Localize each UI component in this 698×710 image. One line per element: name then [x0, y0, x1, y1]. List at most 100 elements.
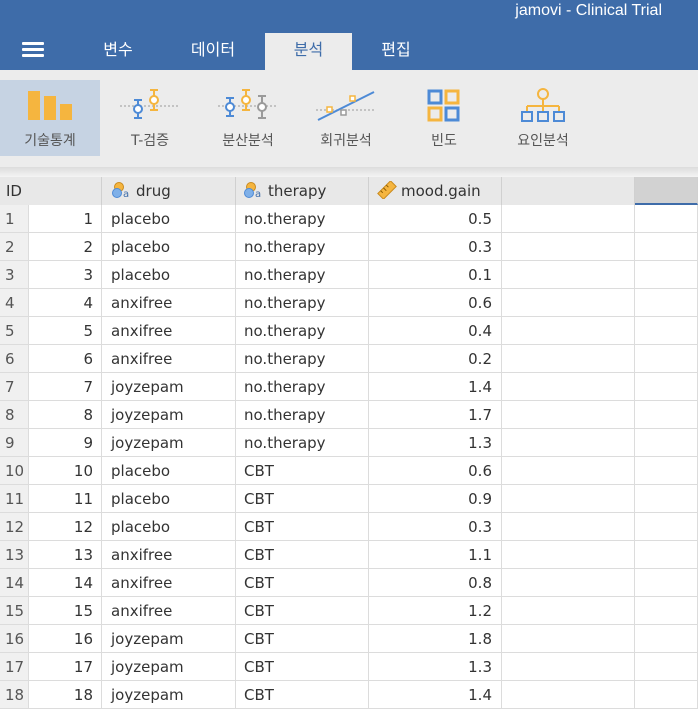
descriptives-button[interactable]: 기술통계	[0, 80, 100, 156]
cell-empty[interactable]	[635, 205, 698, 233]
cell-drug[interactable]: placebo	[102, 233, 236, 261]
cell-empty[interactable]	[502, 653, 635, 681]
cell-mood-gain[interactable]: 0.9	[369, 485, 502, 513]
cell-id[interactable]: 6	[29, 345, 102, 373]
cell-therapy[interactable]: no.therapy	[236, 373, 369, 401]
column-header-mood-gain[interactable]: mood.gain	[369, 177, 502, 205]
cell-id[interactable]: 13	[29, 541, 102, 569]
cell-therapy[interactable]: CBT	[236, 569, 369, 597]
cell-drug[interactable]: anxifree	[102, 541, 236, 569]
cell-id[interactable]: 1	[29, 205, 102, 233]
cell-mood-gain[interactable]: 0.6	[369, 289, 502, 317]
cell-empty[interactable]	[635, 653, 698, 681]
cell-empty[interactable]	[635, 457, 698, 485]
cell-empty[interactable]	[635, 289, 698, 317]
cell-therapy[interactable]: CBT	[236, 513, 369, 541]
cell-drug[interactable]: placebo	[102, 457, 236, 485]
cell-therapy[interactable]: CBT	[236, 681, 369, 709]
cell-empty[interactable]	[635, 485, 698, 513]
cell-empty[interactable]	[635, 345, 698, 373]
cell-empty[interactable]	[502, 681, 635, 709]
cell-empty[interactable]	[502, 261, 635, 289]
cell-mood-gain[interactable]: 1.1	[369, 541, 502, 569]
cell-drug[interactable]: placebo	[102, 205, 236, 233]
cell-mood-gain[interactable]: 1.3	[369, 653, 502, 681]
cell-empty[interactable]	[502, 289, 635, 317]
cell-therapy[interactable]: CBT	[236, 597, 369, 625]
cell-drug[interactable]: joyzepam	[102, 653, 236, 681]
cell-drug[interactable]: anxifree	[102, 289, 236, 317]
tab-edit[interactable]: 편집	[356, 33, 436, 70]
cell-mood-gain[interactable]: 1.3	[369, 429, 502, 457]
cell-mood-gain[interactable]: 0.4	[369, 317, 502, 345]
regression-button[interactable]: 회귀분석	[304, 80, 388, 156]
cell-id[interactable]: 15	[29, 597, 102, 625]
column-header-drug[interactable]: a drug	[102, 177, 236, 205]
hamburger-menu-icon[interactable]	[22, 42, 44, 58]
cell-empty[interactable]	[635, 317, 698, 345]
cell-id[interactable]: 11	[29, 485, 102, 513]
frequencies-button[interactable]: 빈도	[404, 80, 484, 156]
cell-id[interactable]: 17	[29, 653, 102, 681]
cell-empty[interactable]	[502, 373, 635, 401]
cell-id[interactable]: 18	[29, 681, 102, 709]
cell-empty[interactable]	[502, 625, 635, 653]
cell-drug[interactable]: anxifree	[102, 345, 236, 373]
cell-id[interactable]: 14	[29, 569, 102, 597]
cell-mood-gain[interactable]: 1.4	[369, 681, 502, 709]
cell-empty[interactable]	[635, 681, 698, 709]
cell-mood-gain[interactable]: 0.6	[369, 457, 502, 485]
cell-therapy[interactable]: CBT	[236, 457, 369, 485]
tab-analyses[interactable]: 분석	[265, 33, 352, 70]
cell-mood-gain[interactable]: 0.5	[369, 205, 502, 233]
cell-empty[interactable]	[502, 205, 635, 233]
cell-mood-gain[interactable]: 0.1	[369, 261, 502, 289]
cell-id[interactable]: 3	[29, 261, 102, 289]
cell-mood-gain[interactable]: 1.4	[369, 373, 502, 401]
cell-empty[interactable]	[635, 233, 698, 261]
cell-empty[interactable]	[635, 513, 698, 541]
cell-id[interactable]: 5	[29, 317, 102, 345]
cell-id[interactable]: 10	[29, 457, 102, 485]
tab-data[interactable]: 데이터	[172, 33, 254, 70]
cell-drug[interactable]: anxifree	[102, 597, 236, 625]
cell-empty[interactable]	[635, 569, 698, 597]
cell-empty[interactable]	[635, 625, 698, 653]
column-header-therapy[interactable]: a therapy	[236, 177, 369, 205]
cell-id[interactable]: 9	[29, 429, 102, 457]
cell-therapy[interactable]: no.therapy	[236, 345, 369, 373]
cell-empty[interactable]	[502, 485, 635, 513]
cell-drug[interactable]: joyzepam	[102, 373, 236, 401]
cell-empty[interactable]	[502, 457, 635, 485]
cell-empty[interactable]	[502, 513, 635, 541]
cell-drug[interactable]: anxifree	[102, 317, 236, 345]
cell-drug[interactable]: placebo	[102, 485, 236, 513]
cell-therapy[interactable]: no.therapy	[236, 233, 369, 261]
cell-drug[interactable]: placebo	[102, 261, 236, 289]
cell-empty[interactable]	[635, 261, 698, 289]
cell-empty[interactable]	[502, 597, 635, 625]
cell-drug[interactable]: joyzepam	[102, 401, 236, 429]
factor-button[interactable]: 요인분석	[500, 80, 586, 156]
cell-id[interactable]: 7	[29, 373, 102, 401]
cell-drug[interactable]: anxifree	[102, 569, 236, 597]
cell-empty[interactable]	[502, 233, 635, 261]
cell-therapy[interactable]: no.therapy	[236, 205, 369, 233]
cell-empty[interactable]	[502, 569, 635, 597]
cell-therapy[interactable]: no.therapy	[236, 289, 369, 317]
cell-empty[interactable]	[502, 429, 635, 457]
cell-therapy[interactable]: no.therapy	[236, 261, 369, 289]
cell-mood-gain[interactable]: 0.3	[369, 513, 502, 541]
cell-id[interactable]: 12	[29, 513, 102, 541]
cell-mood-gain[interactable]: 1.7	[369, 401, 502, 429]
cell-therapy[interactable]: CBT	[236, 653, 369, 681]
cell-id[interactable]: 2	[29, 233, 102, 261]
anova-button[interactable]: 분산분석	[206, 80, 290, 156]
cell-mood-gain[interactable]: 1.2	[369, 597, 502, 625]
cell-therapy[interactable]: CBT	[236, 541, 369, 569]
cell-empty[interactable]	[502, 541, 635, 569]
cell-id[interactable]: 8	[29, 401, 102, 429]
column-header-empty-selected[interactable]	[635, 177, 698, 205]
cell-mood-gain[interactable]: 0.2	[369, 345, 502, 373]
cell-drug[interactable]: joyzepam	[102, 429, 236, 457]
